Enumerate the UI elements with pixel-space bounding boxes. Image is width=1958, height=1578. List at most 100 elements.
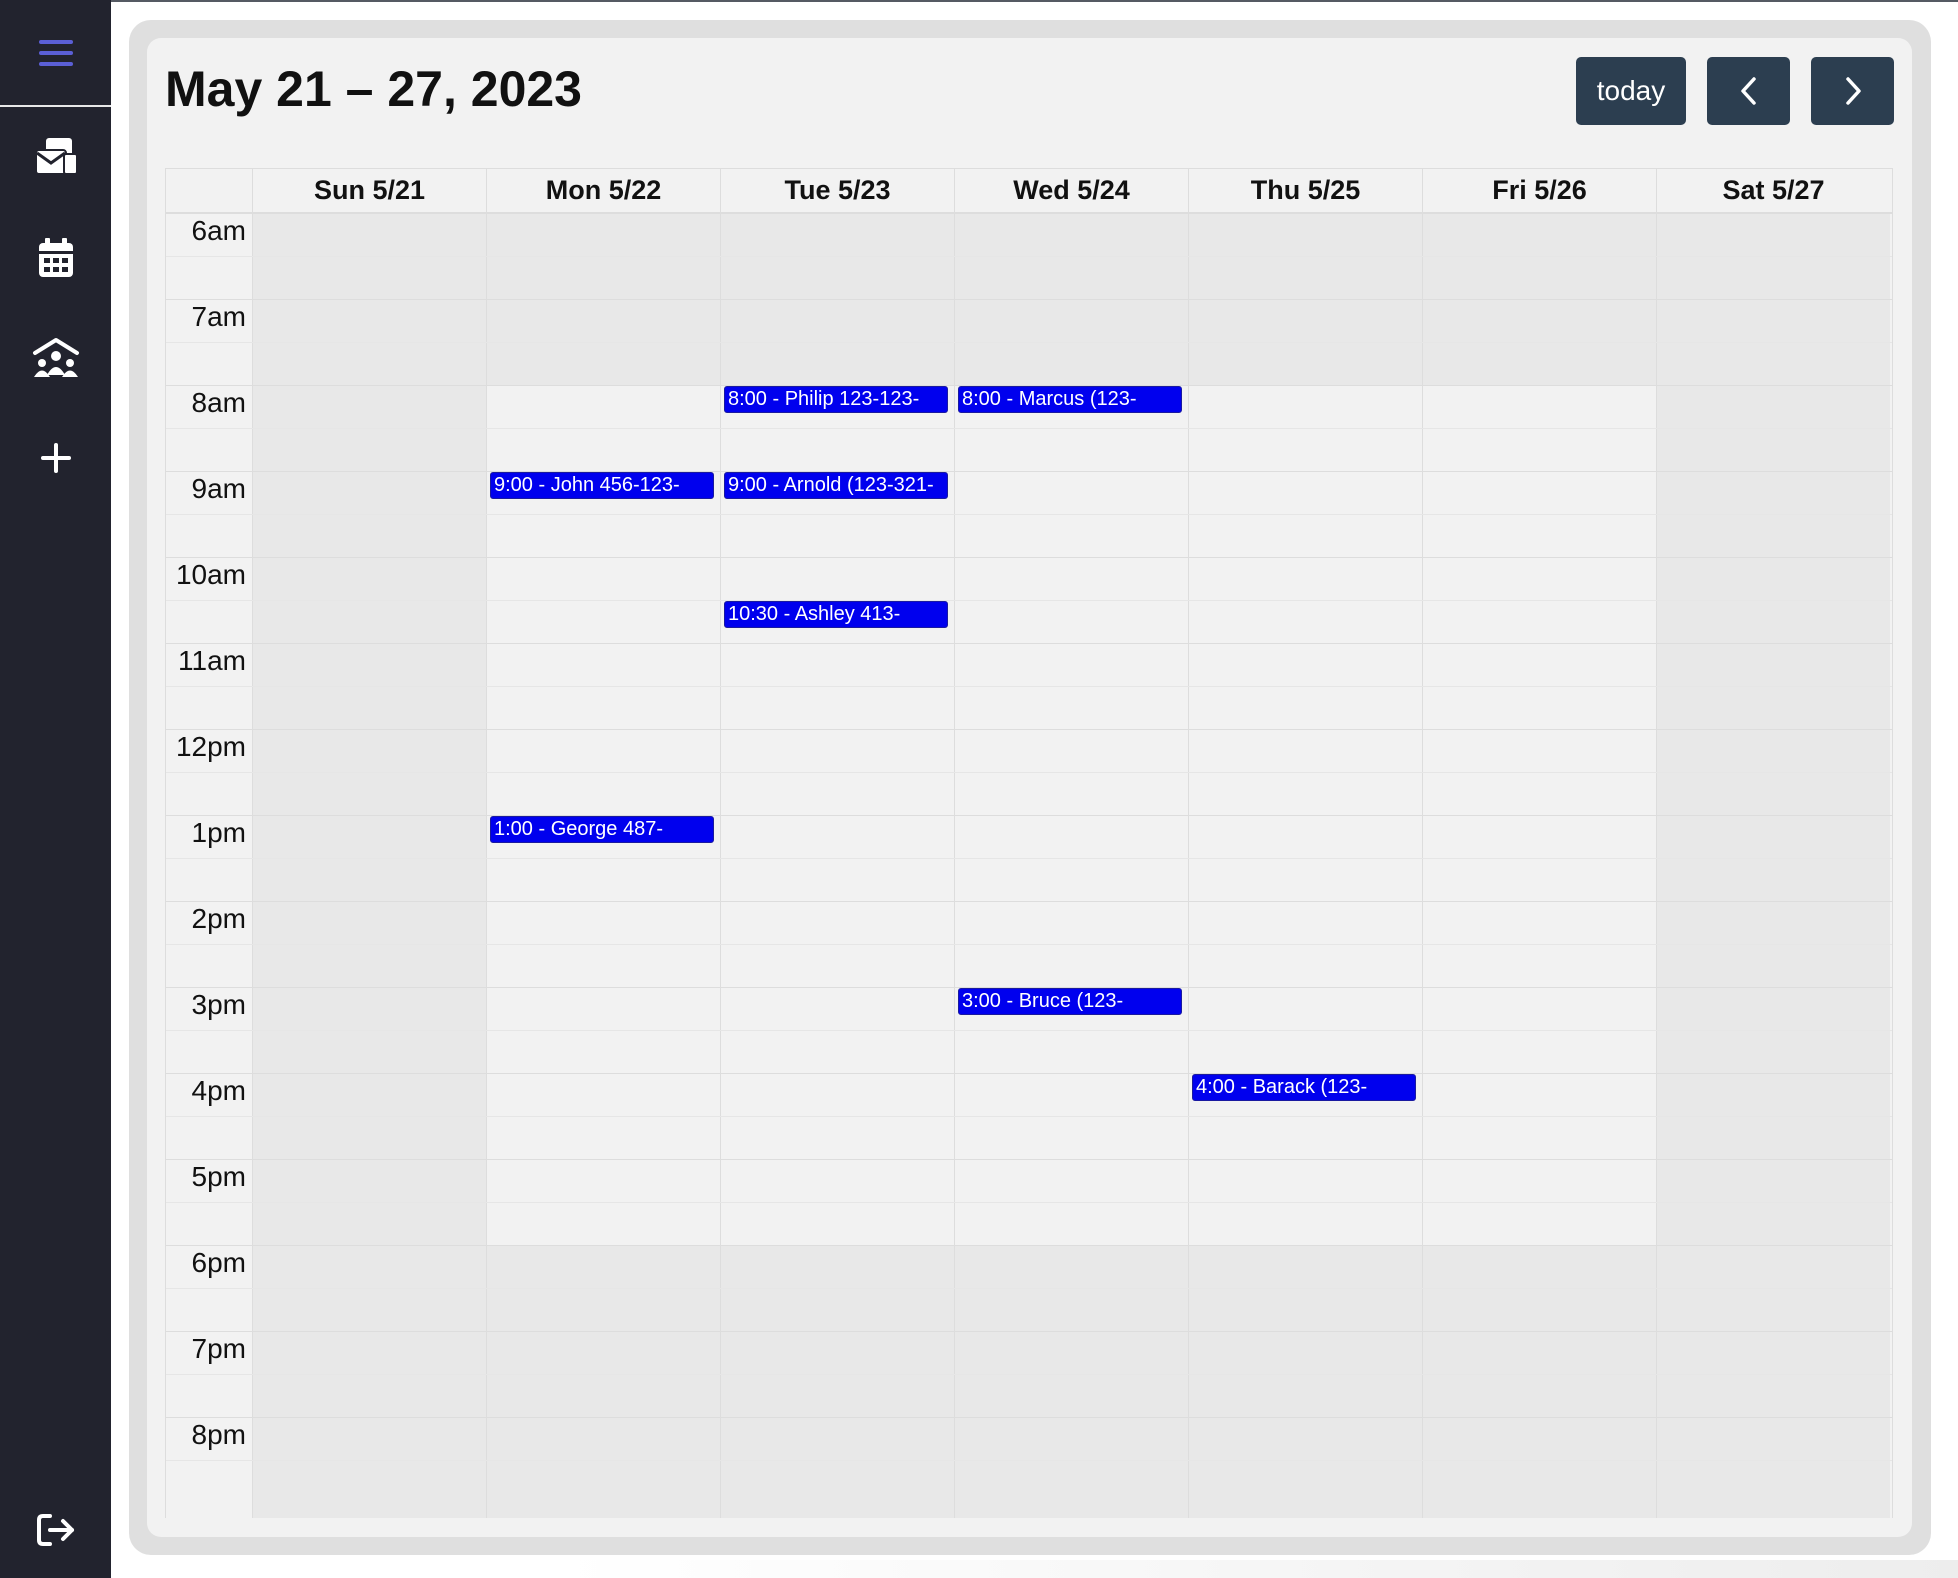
time-label: 4pm: [191, 1075, 246, 1106]
calendar-card: May 21 – 27, 2023 today Sun 5/21 Mon 5/22…: [147, 38, 1912, 1537]
sidebar-item-add[interactable]: [0, 418, 111, 498]
hour-line: [166, 1417, 1892, 1418]
half-hour-line: [166, 1202, 252, 1203]
hour-line: [166, 729, 1892, 730]
half-hour-line: [252, 1116, 1892, 1117]
sidebar-item-messages[interactable]: [0, 117, 111, 197]
day-header: Sun 5/21: [252, 169, 486, 212]
day-header: Sat 5/27: [1656, 169, 1890, 212]
hour-line: [166, 471, 1892, 472]
half-hour-line: [252, 1202, 1892, 1203]
calendar-event[interactable]: 1:00 - George 487-: [490, 816, 714, 843]
time-label: 6pm: [191, 1247, 246, 1278]
top-border: [111, 0, 1958, 2]
time-label: 5pm: [191, 1161, 246, 1192]
hour-line: [166, 1331, 1892, 1332]
sidebar-item-calendar[interactable]: [0, 218, 111, 298]
hour-line: [166, 213, 1892, 214]
time-label: 1pm: [191, 817, 246, 848]
day-column[interactable]: [1422, 213, 1656, 1518]
day-column[interactable]: [1188, 213, 1422, 1518]
hour-line: [166, 1159, 1892, 1160]
page-shadow: [560, 1560, 1958, 1578]
chevron-left-icon: [1740, 77, 1756, 105]
half-hour-line: [166, 686, 252, 687]
half-hour-line: [166, 256, 252, 257]
sidebar-item-clients[interactable]: [0, 318, 111, 398]
half-hour-line: [166, 1030, 252, 1031]
logout-icon: [36, 1514, 74, 1546]
half-hour-line: [252, 514, 1892, 515]
calendar-event[interactable]: 9:00 - Arnold (123-321-: [724, 472, 948, 499]
half-hour-line: [252, 600, 1892, 601]
day-header: Mon 5/22: [486, 169, 720, 212]
calendar-icon: [38, 238, 73, 277]
day-column[interactable]: [486, 213, 720, 1518]
half-hour-line: [166, 944, 252, 945]
today-button[interactable]: today: [1576, 57, 1686, 125]
half-hour-line: [166, 342, 252, 343]
logout-button[interactable]: [0, 1490, 111, 1570]
plus-icon: [40, 443, 71, 473]
half-hour-line: [252, 428, 1892, 429]
day-header: Tue 5/23: [720, 169, 954, 212]
hour-line: [166, 557, 1892, 558]
time-label: 2pm: [191, 903, 246, 934]
week-grid: Sun 5/21 Mon 5/22 Tue 5/23 Wed 5/24 Thu 5/25…: [165, 168, 1893, 1518]
half-hour-line: [252, 772, 1892, 773]
half-hour-line: [166, 858, 252, 859]
time-label: 3pm: [191, 989, 246, 1020]
calendar-event[interactable]: 9:00 - John 456-123-: [490, 472, 714, 499]
sidebar-divider: [0, 105, 111, 107]
calendar-title: May 21 – 27, 2023: [165, 61, 582, 117]
hour-line: [166, 901, 1892, 902]
time-label: 6am: [191, 215, 246, 246]
time-label: 10am: [175, 559, 246, 590]
people-roof-icon: [32, 338, 79, 377]
day-column[interactable]: [252, 213, 486, 1518]
half-hour-line: [166, 1288, 252, 1289]
day-column[interactable]: [1656, 213, 1890, 1518]
day-header: Wed 5/24: [954, 169, 1188, 212]
menu-icon: [38, 40, 73, 66]
time-label: 7am: [191, 301, 246, 332]
main-panel: May 21 – 27, 2023 today Sun 5/21 Mon 5/22…: [129, 20, 1931, 1555]
half-hour-line: [166, 772, 252, 773]
hour-line: [166, 815, 1892, 816]
time-label: 12pm: [175, 731, 246, 762]
sidebar: [0, 0, 111, 1578]
chevron-right-icon: [1845, 77, 1861, 105]
time-label: 8am: [191, 387, 246, 418]
half-hour-line: [166, 1116, 252, 1117]
prev-week-button[interactable]: [1707, 57, 1790, 125]
half-hour-line: [166, 514, 252, 515]
half-hour-line: [252, 1460, 1892, 1461]
half-hour-line: [252, 342, 1892, 343]
menu-toggle-button[interactable]: [0, 13, 111, 93]
half-hour-line: [166, 600, 252, 601]
time-label: 8pm: [191, 1419, 246, 1450]
hour-line: [166, 1245, 1892, 1246]
half-hour-line: [252, 1288, 1892, 1289]
half-hour-line: [252, 858, 1892, 859]
hour-line: [166, 1073, 1892, 1074]
day-header: Thu 5/25: [1188, 169, 1422, 212]
half-hour-line: [252, 1374, 1892, 1375]
mail-stack-icon: [34, 138, 78, 175]
half-hour-line: [166, 1460, 252, 1461]
calendar-event[interactable]: 4:00 - Barack (123-: [1192, 1074, 1416, 1101]
half-hour-line: [252, 1030, 1892, 1031]
calendar-event[interactable]: 8:00 - Marcus (123-: [958, 386, 1182, 413]
next-week-button[interactable]: [1811, 57, 1894, 125]
time-label: 7pm: [191, 1333, 246, 1364]
half-hour-line: [252, 686, 1892, 687]
hour-line: [166, 643, 1892, 644]
calendar-event[interactable]: 3:00 - Bruce (123-: [958, 988, 1182, 1015]
day-header: Fri 5/26: [1422, 169, 1656, 212]
half-hour-line: [166, 428, 252, 429]
calendar-event[interactable]: 8:00 - Philip 123-123-: [724, 386, 948, 413]
half-hour-line: [252, 944, 1892, 945]
time-label: 11am: [178, 645, 246, 676]
half-hour-line: [252, 256, 1892, 257]
calendar-event[interactable]: 10:30 - Ashley 413-: [724, 601, 948, 628]
